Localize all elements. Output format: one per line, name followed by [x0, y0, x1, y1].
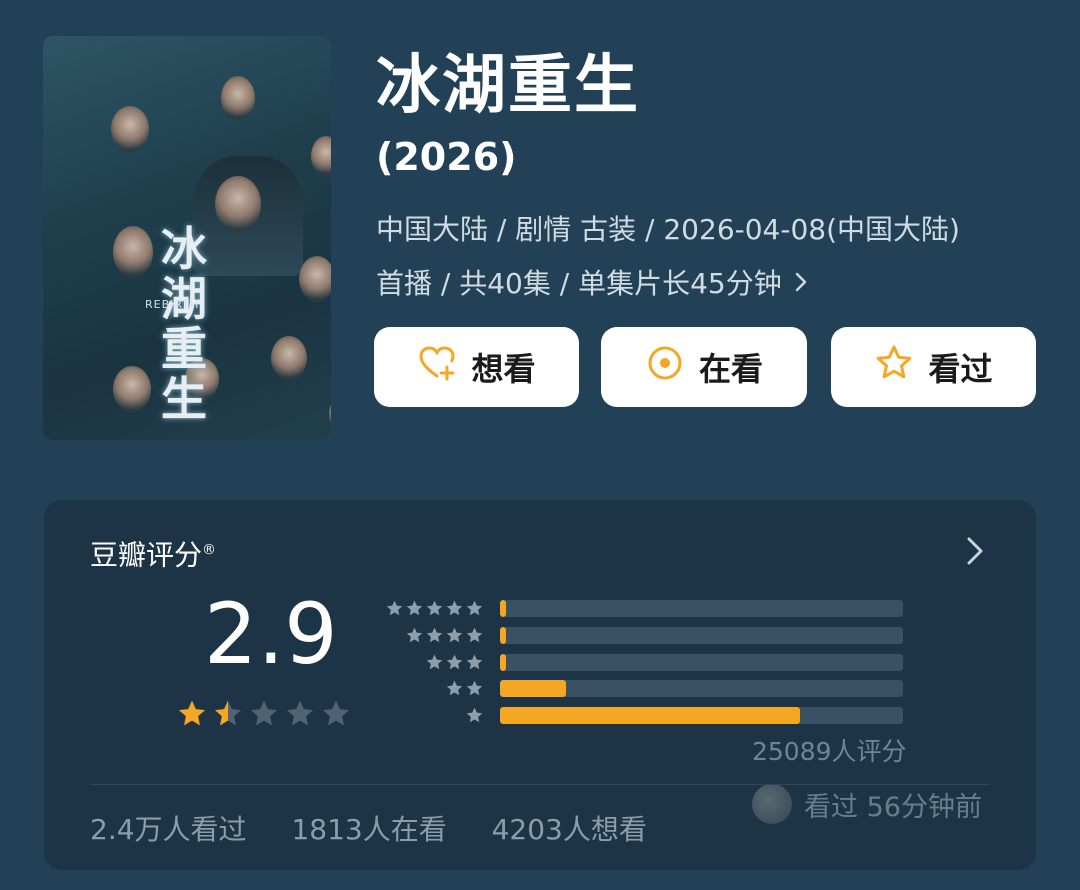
rating-stars: [176, 698, 352, 730]
show-year: (2026): [376, 135, 517, 179]
show-meta-line1: 中国大陆 / 剧情 古装 / 2026-04-08(中国大陆): [376, 213, 960, 246]
star-icon: [286, 700, 314, 726]
rating-row-stars: [384, 599, 484, 618]
star-icon: [466, 600, 483, 615]
rating-bar-fill: [500, 706, 801, 724]
poster-figure: [329, 396, 331, 432]
star-icon: [446, 680, 463, 695]
divider: [90, 784, 990, 785]
rating-row-stars: [384, 706, 484, 725]
rating-row-stars: [384, 679, 484, 698]
rating-card[interactable]: 豆瓣评分® 2.9 25089人评分 看过 56分钟前 2.4万人看过 1813…: [44, 500, 1036, 870]
show-title: 冰湖重生: [376, 49, 640, 123]
rating-row-3-star: [384, 652, 903, 672]
star-icon: [322, 700, 350, 726]
star-icon: [214, 700, 242, 726]
recent-watcher: 看过 56分钟前: [752, 784, 982, 824]
watched-count[interactable]: 2.4万人看过: [90, 813, 247, 846]
star-icon: [426, 600, 443, 615]
rating-bar-track: [500, 626, 903, 644]
watching-button[interactable]: 在看: [601, 327, 807, 407]
rating-row-5-star: [384, 598, 903, 618]
star-icon: [466, 654, 483, 669]
star-outline-icon: [874, 343, 914, 391]
poster-calligraphy-title: 冰湖重生: [161, 222, 207, 426]
rating-score: 2.9: [204, 585, 338, 683]
rating-bar-fill: [500, 653, 507, 671]
rating-row-4-star: [384, 625, 903, 645]
star-icon: [250, 700, 278, 726]
star-icon: [386, 600, 403, 615]
poster-figure: [113, 226, 153, 278]
rating-row-2-star: [384, 678, 903, 698]
chevron-right-icon: [794, 266, 808, 302]
rating-bar-fill: [500, 626, 507, 644]
registered-mark: ®: [202, 542, 217, 558]
poster-image[interactable]: 冰湖重生 REBIRTH: [43, 36, 331, 440]
rating-row-stars: [384, 653, 484, 672]
rating-bar-track: [500, 599, 903, 617]
want-to-watch-button[interactable]: 想看: [374, 327, 579, 407]
poster-figure: [215, 176, 261, 232]
rating-row-stars: [384, 626, 484, 645]
show-meta-line2-text: 首播 / 共40集 / 单集片长45分钟: [376, 267, 782, 300]
rating-bar-track: [500, 706, 903, 724]
star-icon: [446, 627, 463, 642]
want-count[interactable]: 4203人想看: [492, 813, 647, 846]
star-icon: [406, 627, 423, 642]
star-icon: [466, 707, 483, 722]
chevron-right-icon[interactable]: [964, 534, 986, 568]
watched-button[interactable]: 看过: [831, 327, 1036, 407]
watched-label: 看过: [928, 350, 993, 388]
recent-watcher-text: 看过 56分钟前: [804, 791, 982, 823]
star-icon: [466, 680, 483, 695]
poster-figure: [271, 336, 307, 380]
watching-label: 在看: [698, 350, 763, 388]
rating-bar-track: [500, 679, 903, 697]
show-meta-line2[interactable]: 首播 / 共40集 / 单集片长45分钟: [376, 266, 808, 302]
want-to-watch-label: 想看: [471, 350, 536, 388]
rating-header-text: 豆瓣评分: [90, 538, 203, 572]
star-icon: [406, 600, 423, 615]
target-circle-icon: [645, 343, 685, 391]
rating-row-1-star: [384, 705, 903, 725]
rating-bar-track: [500, 653, 903, 671]
audience-stats: 2.4万人看过 1813人在看 4203人想看: [90, 812, 683, 848]
watching-count[interactable]: 1813人在看: [291, 813, 446, 846]
rating-header: 豆瓣评分®: [90, 532, 216, 573]
poster-subtitle: REBIRTH: [145, 298, 200, 311]
poster-figure: [299, 256, 331, 302]
rating-bar-fill: [500, 599, 507, 617]
star-icon: [446, 654, 463, 669]
star-icon: [446, 600, 463, 615]
poster-figure: [221, 76, 255, 120]
star-icon: [466, 627, 483, 642]
poster-figure: [311, 136, 331, 176]
star-icon: [178, 700, 206, 726]
avatar: [752, 784, 792, 824]
star-icon: [426, 627, 443, 642]
rating-bar-fill: [500, 679, 567, 697]
poster-figure: [111, 106, 149, 152]
heart-plus-icon: [417, 343, 457, 391]
rating-count: 25089人评分: [752, 737, 907, 766]
star-icon: [426, 654, 443, 669]
poster-figure: [113, 366, 151, 412]
